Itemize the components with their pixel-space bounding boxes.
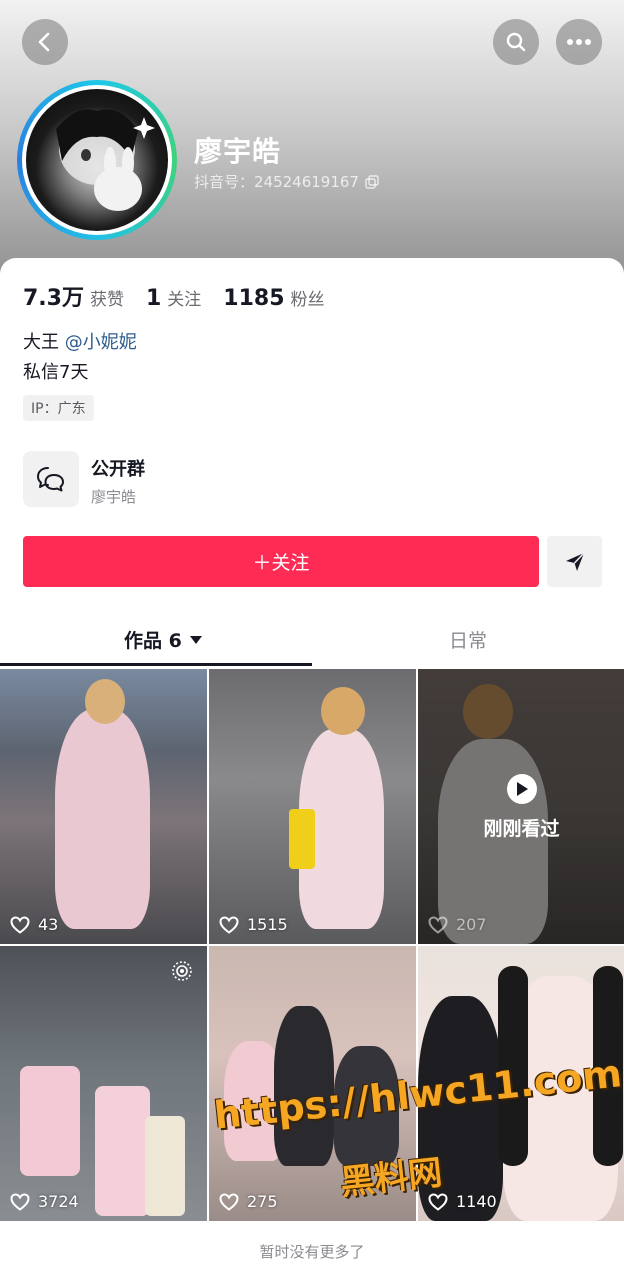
tab-works-label: 作品 6 <box>124 630 182 652</box>
uid-row[interactable]: 抖音号：24524619167 <box>194 171 379 192</box>
stats-row: 7.3万 获赞 1 关注 1185 粉丝 <box>23 280 325 312</box>
search-button[interactable] <box>493 19 539 65</box>
stat-followers-label: 粉丝 <box>290 290 325 310</box>
heart-icon <box>428 1192 448 1211</box>
message-button[interactable] <box>547 536 602 587</box>
tile-likes: 3724 <box>10 1192 79 1211</box>
recently-watched-overlay: 刚刚看过 <box>418 774 624 841</box>
cream-suitcase <box>145 1116 185 1216</box>
back-icon <box>38 32 50 52</box>
stat-following[interactable]: 1 关注 <box>146 285 201 311</box>
pink-suitcase <box>20 1066 80 1176</box>
tab-works[interactable]: 作品 6 <box>124 626 202 653</box>
bio-line-1: 大王 @小妮妮 <box>23 328 137 354</box>
tile-likes-count: 1140 <box>456 1192 497 1211</box>
heart-icon <box>428 915 448 934</box>
stat-following-value: 1 <box>145 286 162 311</box>
tile-likes-count: 43 <box>38 915 59 934</box>
heart-icon <box>10 915 30 934</box>
uid-text: 抖音号：24524619167 <box>194 173 359 191</box>
more-button[interactable] <box>556 19 602 65</box>
group-title[interactable]: 公开群 <box>91 455 145 481</box>
copy-icon[interactable] <box>365 174 379 189</box>
back-button[interactable] <box>22 19 68 65</box>
tile-likes-count: 3724 <box>38 1192 79 1211</box>
avatar[interactable] <box>17 80 177 240</box>
group-chat-icon <box>37 467 64 492</box>
profile-header: 廖宇皓 抖音号：24524619167 <box>0 0 624 290</box>
bio-line-2: 私信7天 <box>23 362 89 383</box>
stat-likes-label: 获赞 <box>89 290 124 310</box>
person-head <box>321 687 365 735</box>
video-tile[interactable]: 1515 <box>209 669 416 944</box>
person-figure <box>55 709 150 929</box>
ip-location-tag: IP：广东 <box>23 395 94 421</box>
group-entry[interactable] <box>23 451 79 507</box>
stat-followers[interactable]: 1185 粉丝 <box>223 285 324 311</box>
caret-down-icon <box>189 635 202 644</box>
pink-suitcase <box>95 1086 150 1216</box>
stat-following-label: 关注 <box>167 290 202 310</box>
video-tile[interactable]: 3724 <box>0 946 207 1221</box>
search-icon <box>506 32 526 52</box>
stat-likes-value: 7.3万 <box>23 286 84 311</box>
person-head <box>85 679 125 724</box>
tab-active-indicator <box>0 663 312 666</box>
wet-floor-sign <box>289 809 315 869</box>
heart-icon <box>10 1192 30 1211</box>
recently-watched-label: 刚刚看过 <box>483 818 560 840</box>
video-tile[interactable]: 43 <box>0 669 207 944</box>
tile-likes-count: 1515 <box>247 915 288 934</box>
tile-likes: 207 <box>428 915 487 934</box>
stat-likes[interactable]: 7.3万 获赞 <box>23 280 124 312</box>
no-more-footer: 暂时没有更多了 <box>259 1243 365 1261</box>
tile-likes: 1515 <box>219 915 288 934</box>
tile-likes-count: 207 <box>456 915 487 934</box>
group-subtitle: 廖宇皓 <box>91 488 137 506</box>
send-icon <box>565 551 585 571</box>
more-icon <box>567 39 591 45</box>
tile-likes: 1140 <box>428 1192 497 1211</box>
tab-daily[interactable]: 日常 <box>449 626 487 653</box>
tile-likes-count: 275 <box>247 1192 278 1211</box>
heart-icon <box>219 1192 239 1211</box>
tile-likes: 43 <box>10 915 58 934</box>
live-icon <box>172 961 192 981</box>
profile-nickname: 廖宇皓 <box>194 135 282 168</box>
play-icon <box>516 782 528 796</box>
follow-button[interactable]: ＋关注 <box>23 536 539 587</box>
bio-mention-link[interactable]: @小妮妮 <box>65 332 137 353</box>
bio-prefix: 大王 <box>23 332 59 353</box>
play-button[interactable] <box>506 774 537 804</box>
heart-icon <box>219 915 239 934</box>
video-tile[interactable]: 刚刚看过 207 <box>418 669 624 944</box>
tile-likes: 275 <box>219 1192 278 1211</box>
stat-followers-value: 1185 <box>223 286 285 311</box>
